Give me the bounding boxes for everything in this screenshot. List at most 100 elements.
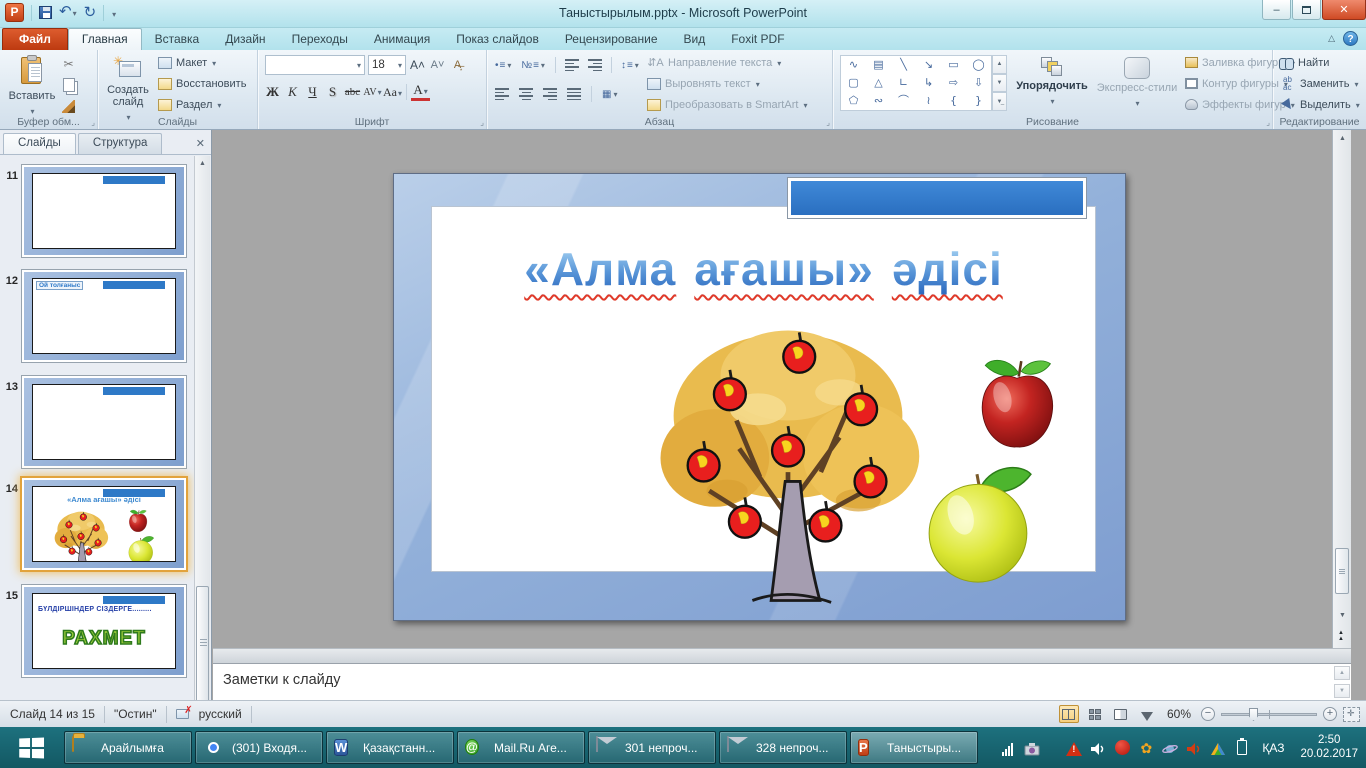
tab-design[interactable]: Дизайн (212, 29, 278, 50)
shape-icon[interactable]: ∿ (849, 59, 858, 71)
align-center-icon[interactable] (519, 86, 533, 102)
hidden-icons-area[interactable] (1048, 740, 1058, 756)
clear-formatting-icon[interactable]: A̶͙ (449, 57, 466, 73)
battery-icon[interactable] (1234, 740, 1250, 756)
select-button[interactable]: Выделить (1279, 94, 1360, 115)
dialog-launcher-icon[interactable] (480, 118, 484, 127)
shape-icon[interactable]: ↘ (924, 59, 933, 71)
panel-scrollbar-thumb[interactable] (196, 586, 209, 706)
text-direction-button[interactable]: ⇵AНаправление текста (647, 52, 807, 73)
start-button[interactable] (0, 727, 62, 768)
red-apple-image[interactable] (972, 356, 1062, 452)
slide-thumbnail-11[interactable] (22, 165, 186, 257)
shape-icon[interactable]: △ (874, 77, 882, 89)
shape-icon[interactable]: } (975, 95, 982, 107)
shapes-scroll-up-icon[interactable]: ▲ (992, 55, 1007, 74)
scroll-down-icon[interactable]: ▼ (1334, 684, 1350, 698)
language-indicator[interactable]: русский (199, 707, 242, 721)
arrange-button[interactable]: Упорядочить (1013, 52, 1091, 108)
slide-thumbnail-12[interactable]: Ой толғаныс (22, 270, 186, 362)
grow-font-icon[interactable]: A˄ (409, 57, 426, 73)
tab-insert[interactable]: Вставка (142, 29, 213, 50)
decrease-indent-icon[interactable] (565, 57, 579, 73)
taskbar-mailru-button[interactable]: @ Mail.Ru Аге... (457, 731, 585, 764)
shape-icon[interactable]: ⬠ (849, 95, 859, 107)
slide-sorter-view-button[interactable] (1085, 705, 1105, 723)
theme-name[interactable]: "Остин" (114, 707, 157, 721)
vertical-scrollbar[interactable]: ▲ ▼ ▲▲ ▼▼ (1332, 130, 1351, 664)
restore-button[interactable] (1292, 0, 1321, 20)
align-left-icon[interactable] (495, 86, 509, 102)
spellcheck-icon[interactable]: ✗ (176, 707, 193, 721)
tab-transitions[interactable]: Переходы (279, 29, 361, 50)
taskbar-mail-301-button[interactable]: 301 непроч... (588, 731, 716, 764)
quick-styles-button[interactable]: Экспресс-стили (1091, 52, 1183, 110)
change-case-button[interactable]: Aa (383, 85, 402, 100)
slideshow-view-button[interactable] (1137, 705, 1157, 723)
flower-app-icon[interactable]: ✿ (1138, 740, 1154, 756)
shape-icon[interactable]: ∟ (899, 77, 908, 89)
zoom-slider[interactable] (1221, 707, 1317, 721)
volume-icon[interactable] (1090, 740, 1106, 756)
notes-scrollbar[interactable]: ▲▼ (1334, 666, 1350, 698)
replace-button[interactable]: abacЗаменить (1279, 73, 1360, 94)
shapes-gallery[interactable]: ∿ ▤ ╲ ↘ ▭ ◯ ▢ △ ∟ ↳ ⇨ ⇩ ⬠ ∾ ⌒ ≀ { } (840, 55, 992, 111)
reset-button[interactable]: Восстановить (158, 73, 246, 94)
tab-home[interactable]: Главная (68, 28, 142, 50)
shapes-more-icon[interactable]: ▼̲ (992, 92, 1007, 111)
shape-icon[interactable]: ◯ (972, 59, 984, 71)
close-panel-icon[interactable]: ✕ (196, 137, 205, 150)
taskbar-folder-button[interactable]: Арайлымға (64, 731, 192, 764)
bold-button[interactable]: Ж (263, 84, 282, 100)
notes-pane[interactable]: Заметки к слайду ▲▼ (213, 664, 1351, 700)
driverpack-icon[interactable] (1210, 740, 1226, 756)
copy-icon[interactable] (60, 77, 77, 93)
shape-icon[interactable]: ↳ (924, 77, 933, 89)
shape-icon[interactable]: ⇨ (949, 77, 958, 89)
tab-slides-thumbnails[interactable]: Слайды (3, 133, 76, 154)
scroll-up-icon[interactable]: ▲ (1334, 666, 1350, 680)
shape-icon[interactable]: ∾ (874, 95, 883, 107)
slide-14[interactable]: «Алмаағашы»әдісі (393, 173, 1126, 621)
normal-view-button[interactable] (1059, 705, 1079, 723)
shape-icon[interactable]: ▢ (848, 77, 858, 89)
zoom-slider-thumb[interactable] (1249, 708, 1258, 721)
clock[interactable]: 2:50 20.02.2017 (1300, 734, 1358, 761)
slide-editing-area[interactable]: «Алмаағашы»әдісі (213, 130, 1332, 648)
tab-animations[interactable]: Анимация (361, 29, 443, 50)
tab-file[interactable]: Файл (2, 28, 68, 50)
align-text-button[interactable]: Выровнять текст (647, 73, 807, 94)
red-speaker-icon[interactable] (1186, 740, 1202, 756)
close-button[interactable]: ✕ (1322, 0, 1366, 20)
dialog-launcher-icon[interactable] (826, 118, 830, 127)
shrink-font-icon[interactable]: A˅ (429, 57, 446, 73)
warning-icon[interactable] (1066, 740, 1082, 756)
bullets-icon[interactable]: •≡ (495, 60, 512, 71)
zoom-level[interactable]: 60% (1167, 707, 1191, 721)
layout-button[interactable]: Макет (158, 52, 246, 73)
scroll-up-icon[interactable]: ▲ (195, 156, 210, 171)
minimize-ribbon-icon[interactable]: △ (1328, 33, 1335, 44)
italic-button[interactable]: К (283, 84, 302, 100)
shape-icon[interactable]: ⇩ (974, 77, 983, 89)
language-switcher[interactable]: ҚАЗ (1262, 741, 1284, 755)
minimize-button[interactable]: – (1262, 0, 1291, 20)
shape-icon[interactable]: ≀ (926, 95, 930, 107)
tab-review[interactable]: Рецензирование (552, 29, 671, 50)
tab-view[interactable]: Вид (671, 29, 719, 50)
zoom-out-icon[interactable]: − (1201, 707, 1215, 721)
strikethrough-button[interactable]: abc (343, 86, 362, 98)
line-spacing-icon[interactable]: ↕≡ (621, 60, 640, 71)
network-signal-icon[interactable] (1000, 740, 1016, 756)
shapes-scroll-down-icon[interactable]: ▼ (992, 74, 1007, 93)
font-color-button[interactable]: A (411, 83, 430, 101)
slide-title[interactable]: «Алмаағашы»әдісі (431, 242, 1096, 296)
tab-slideshow[interactable]: Показ слайдов (443, 29, 552, 50)
format-painter-icon[interactable] (60, 98, 77, 114)
paste-button[interactable]: Вставить (8, 50, 56, 118)
planet-app-icon[interactable] (1162, 740, 1178, 756)
dialog-launcher-icon[interactable] (1266, 118, 1270, 127)
notes-placeholder[interactable]: Заметки к слайду (213, 664, 1351, 688)
columns-icon[interactable]: ▦ (602, 89, 618, 100)
apple-tree-image[interactable] (632, 308, 944, 608)
